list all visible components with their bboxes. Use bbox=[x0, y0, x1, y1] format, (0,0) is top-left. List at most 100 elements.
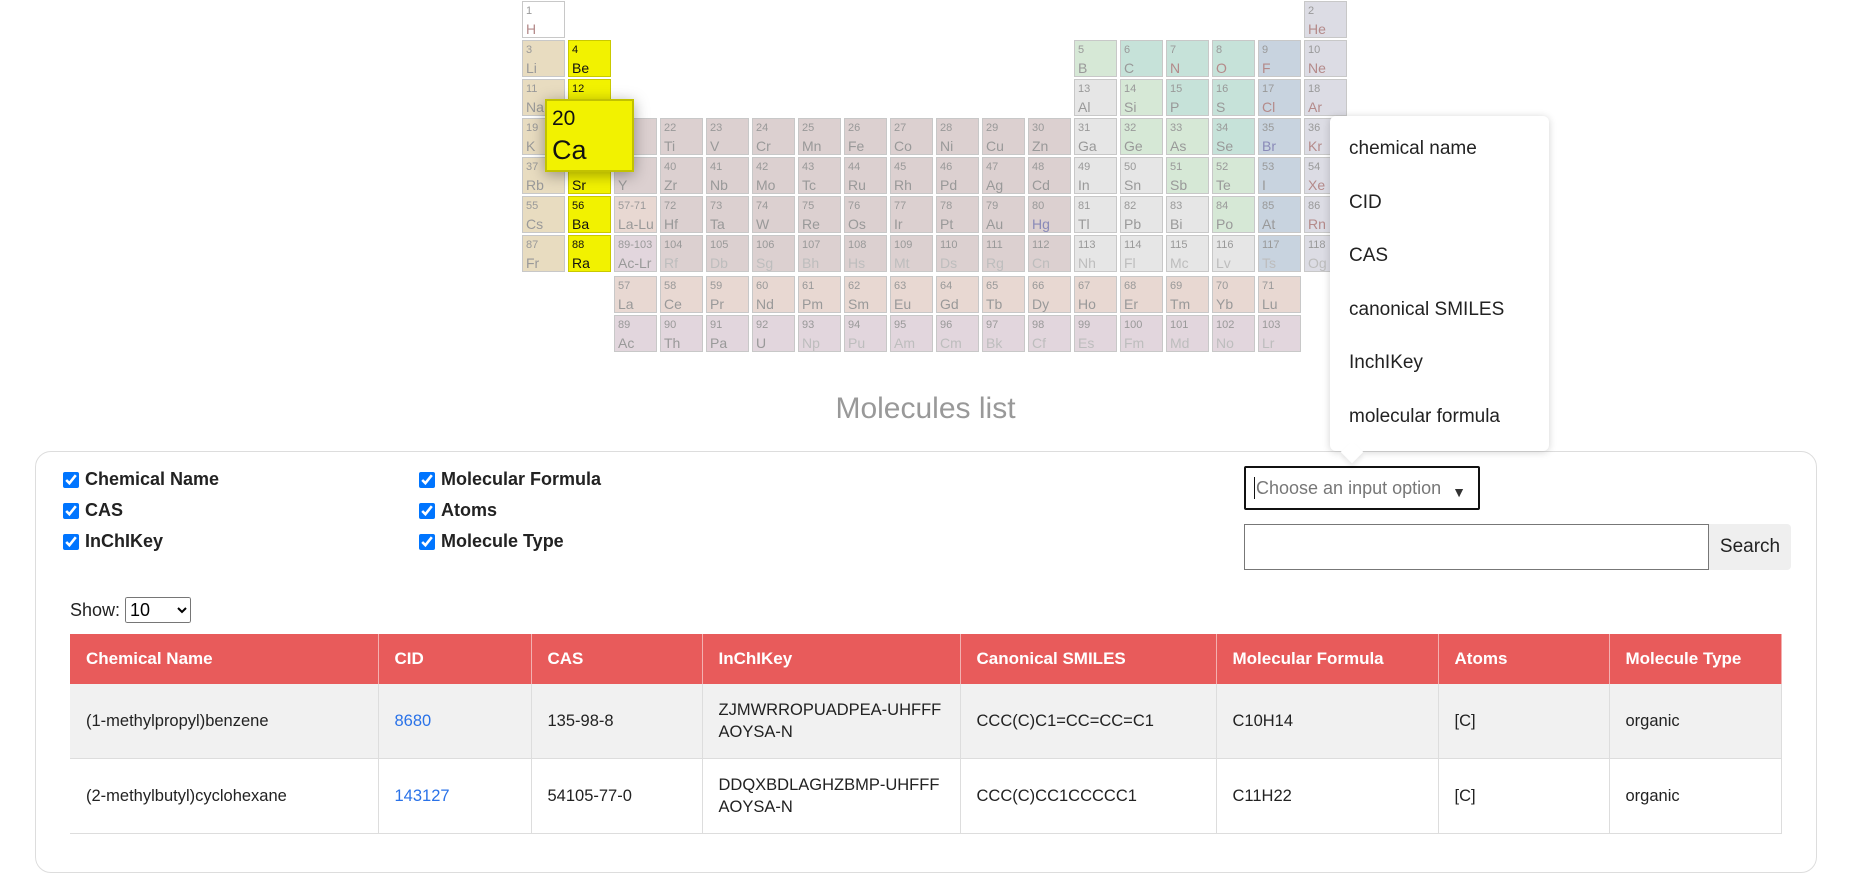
element-os[interactable]: 76 Os bbox=[844, 196, 887, 233]
element-sn[interactable]: 50 Sn bbox=[1120, 157, 1163, 194]
element-er[interactable]: 68 Er bbox=[1120, 275, 1163, 313]
header-molecular-formula[interactable]: Molecular Formula bbox=[1216, 634, 1439, 684]
cid-link[interactable]: 8680 bbox=[395, 712, 432, 730]
page-size-select[interactable]: 10 bbox=[125, 597, 192, 623]
element-bk[interactable]: 97 Bk bbox=[982, 314, 1025, 352]
element-hg[interactable]: 80 Hg bbox=[1028, 196, 1071, 233]
element-u[interactable]: 92 U bbox=[752, 314, 795, 352]
element-dy[interactable]: 66 Dy bbox=[1028, 275, 1071, 313]
element-pa[interactable]: 91 Pa bbox=[706, 314, 749, 352]
element-re[interactable]: 75 Re bbox=[798, 196, 841, 233]
element-h[interactable]: 1H bbox=[522, 1, 565, 38]
element-lv[interactable]: 116 Lv bbox=[1212, 235, 1255, 272]
element-at[interactable]: 85 At bbox=[1258, 196, 1301, 233]
element-rf[interactable]: 104 Rf bbox=[660, 235, 703, 272]
checkbox[interactable] bbox=[63, 533, 79, 550]
element-tc[interactable]: 43 Tc bbox=[798, 157, 841, 194]
header-cas[interactable]: CAS bbox=[531, 634, 703, 684]
element-w[interactable]: 74 W bbox=[752, 196, 795, 233]
element-se[interactable]: 34 Se bbox=[1212, 118, 1255, 155]
element-ts[interactable]: 117 Ts bbox=[1258, 235, 1301, 272]
element-ge[interactable]: 32 Ge bbox=[1120, 118, 1163, 155]
element-ag[interactable]: 47 Ag bbox=[982, 157, 1025, 194]
element-mt[interactable]: 109 Mt bbox=[890, 235, 933, 272]
element-si[interactable]: 14 Si bbox=[1120, 79, 1163, 116]
toggle-cas[interactable]: CAS bbox=[63, 500, 123, 521]
element-ta[interactable]: 73 Ta bbox=[706, 196, 749, 233]
header-canonical-smiles[interactable]: Canonical SMILES bbox=[960, 634, 1217, 684]
element-c[interactable]: 6C bbox=[1120, 40, 1163, 77]
element-he[interactable]: 2 He bbox=[1304, 1, 1347, 38]
header-atoms[interactable]: Atoms bbox=[1438, 634, 1610, 684]
element-cd[interactable]: 48 Cd bbox=[1028, 157, 1071, 194]
element-ba[interactable]: 56 Ba bbox=[568, 196, 611, 233]
checkbox[interactable] bbox=[419, 533, 435, 550]
element-ra[interactable]: 88 Ra bbox=[568, 235, 611, 272]
header-cid[interactable]: CID bbox=[378, 634, 532, 684]
element-hs[interactable]: 108 Hs bbox=[844, 235, 887, 272]
element-i[interactable]: 53 I bbox=[1258, 157, 1301, 194]
checkbox[interactable] bbox=[419, 471, 435, 488]
element-es[interactable]: 99 Es bbox=[1074, 314, 1117, 352]
element-bh[interactable]: 107 Bh bbox=[798, 235, 841, 272]
toggle-molecule-type[interactable]: Molecule Type bbox=[419, 531, 564, 552]
element-ni[interactable]: 28 Ni bbox=[936, 118, 979, 155]
element-md[interactable]: 101 Md bbox=[1166, 314, 1209, 352]
search-input[interactable] bbox=[1244, 524, 1709, 570]
menu-item-cas[interactable]: CAS bbox=[1349, 245, 1388, 267]
element-pb[interactable]: 82 Pb bbox=[1120, 196, 1163, 233]
element-pd[interactable]: 46 Pd bbox=[936, 157, 979, 194]
element-ac[interactable]: 89 Ac bbox=[614, 314, 657, 352]
element-ar[interactable]: 18 Ar bbox=[1304, 79, 1347, 116]
toggle-chemical-name[interactable]: Chemical Name bbox=[63, 469, 219, 490]
element-cu[interactable]: 29 Cu bbox=[982, 118, 1025, 155]
element-tl[interactable]: 81 Tl bbox=[1074, 196, 1117, 233]
element-mn[interactable]: 25 Mn bbox=[798, 118, 841, 155]
element-cm[interactable]: 96 Cm bbox=[936, 314, 979, 352]
element-cf[interactable]: 98 Cf bbox=[1028, 314, 1071, 352]
element-as[interactable]: 33 As bbox=[1166, 118, 1209, 155]
element-ti[interactable]: 22 Ti bbox=[660, 118, 703, 155]
element-db[interactable]: 105 Db bbox=[706, 235, 749, 272]
checkbox[interactable] bbox=[419, 502, 435, 519]
menu-item-chemical-name[interactable]: chemical name bbox=[1349, 138, 1477, 160]
element-hf[interactable]: 72 Hf bbox=[660, 196, 703, 233]
element-th[interactable]: 90 Th bbox=[660, 314, 703, 352]
element-li[interactable]: 3 Li bbox=[522, 40, 565, 77]
element-v[interactable]: 23 V bbox=[706, 118, 749, 155]
search-button[interactable]: Search bbox=[1709, 524, 1791, 570]
element-au[interactable]: 79 Au bbox=[982, 196, 1025, 233]
element-sm[interactable]: 62 Sm bbox=[844, 275, 887, 313]
element-fe[interactable]: 26 Fe bbox=[844, 118, 887, 155]
checkbox[interactable] bbox=[63, 471, 79, 488]
element-mo[interactable]: 42 Mo bbox=[752, 157, 795, 194]
element-fl[interactable]: 114 Fl bbox=[1120, 235, 1163, 272]
element-la-lu[interactable]: 57-71 La-Lu bbox=[614, 196, 657, 233]
cid-link[interactable]: 143127 bbox=[395, 787, 450, 805]
element-in[interactable]: 49 In bbox=[1074, 157, 1117, 194]
element-gd[interactable]: 64 Gd bbox=[936, 275, 979, 313]
header-chemical-name[interactable]: Chemical Name bbox=[70, 634, 379, 684]
element-no[interactable]: 102 No bbox=[1212, 314, 1255, 352]
element-nh[interactable]: 113 Nh bbox=[1074, 235, 1117, 272]
menu-item-inchikey[interactable]: InchIKey bbox=[1349, 352, 1423, 374]
element-be[interactable]: 4 Be bbox=[568, 40, 611, 77]
element-p[interactable]: 15 P bbox=[1166, 79, 1209, 116]
element-te[interactable]: 52 Te bbox=[1212, 157, 1255, 194]
element-am[interactable]: 95 Am bbox=[890, 314, 933, 352]
element-pu[interactable]: 94 Pu bbox=[844, 314, 887, 352]
toggle-inchikey[interactable]: InChIKey bbox=[63, 531, 163, 552]
element-np[interactable]: 93 Np bbox=[798, 314, 841, 352]
element-nd[interactable]: 60 Nd bbox=[752, 275, 795, 313]
toggle-molecular-formula[interactable]: Molecular Formula bbox=[419, 469, 601, 490]
element-po[interactable]: 84 Po bbox=[1212, 196, 1255, 233]
element-rh[interactable]: 45 Rh bbox=[890, 157, 933, 194]
element-br[interactable]: 35 Br bbox=[1258, 118, 1301, 155]
element-zn[interactable]: 30 Zn bbox=[1028, 118, 1071, 155]
element-ds[interactable]: 110 Ds bbox=[936, 235, 979, 272]
header-molecule-type[interactable]: Molecule Type bbox=[1609, 634, 1782, 684]
element-lr[interactable]: 103 Lr bbox=[1258, 314, 1301, 352]
menu-item-canonical-smiles[interactable]: canonical SMILES bbox=[1349, 299, 1504, 321]
element-ce[interactable]: 58 Ce bbox=[660, 275, 703, 313]
checkbox[interactable] bbox=[63, 502, 79, 519]
